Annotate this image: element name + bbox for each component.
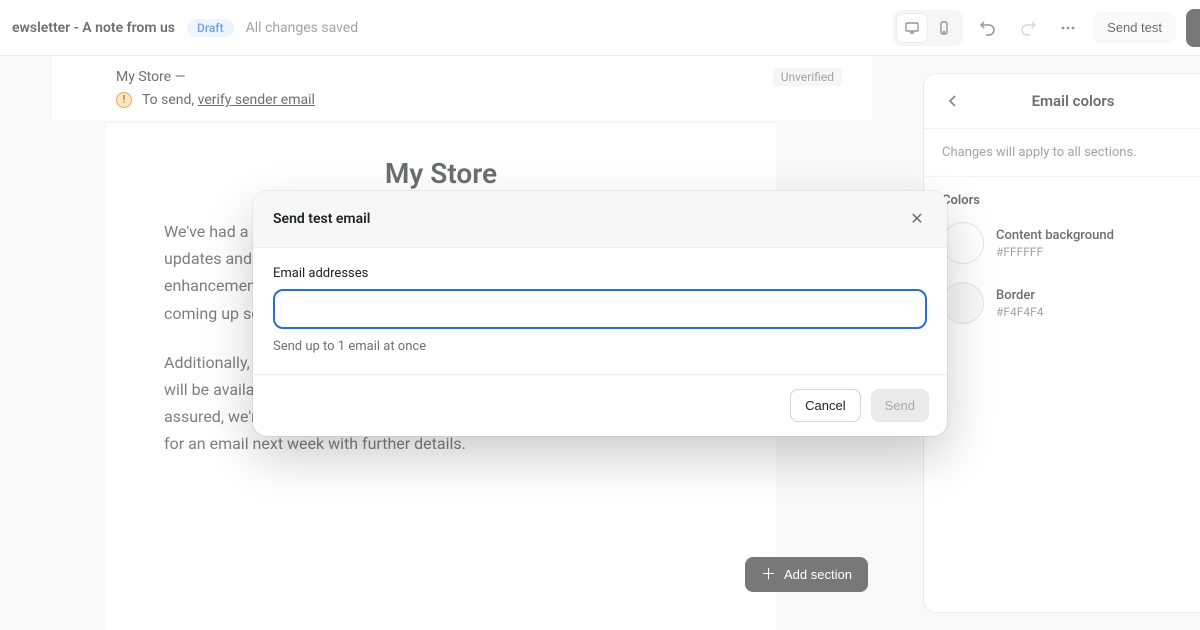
helper-text: Send up to 1 email at once <box>273 339 927 354</box>
modal-body: Email addresses Send up to 1 email at on… <box>253 248 947 374</box>
modal-overlay: Send test email ✕ Email addresses Send u… <box>0 0 1200 630</box>
send-test-modal: Send test email ✕ Email addresses Send u… <box>253 191 947 436</box>
send-button[interactable]: Send <box>871 389 929 422</box>
email-addresses-input[interactable] <box>273 289 927 329</box>
close-icon[interactable]: ✕ <box>907 209 927 229</box>
modal-title: Send test email <box>273 211 370 227</box>
modal-footer: Cancel Send <box>253 374 947 436</box>
modal-header: Send test email ✕ <box>253 191 947 248</box>
email-field-label: Email addresses <box>273 266 927 281</box>
cancel-button[interactable]: Cancel <box>790 389 860 422</box>
